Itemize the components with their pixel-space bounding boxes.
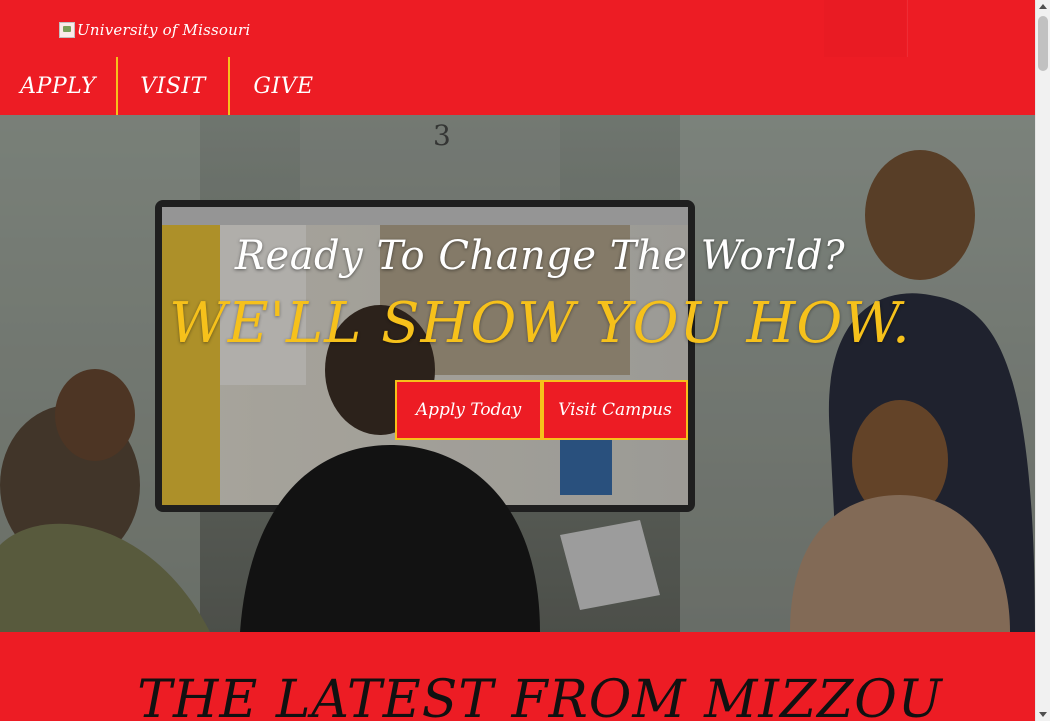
broken-image-icon [59,22,75,38]
nav-visit-link[interactable]: VISIT [118,57,230,115]
university-logo[interactable]: University of Missouri [59,18,250,42]
visit-campus-button[interactable]: Visit Campus [542,380,688,440]
page-scrollbar[interactable] [1035,0,1050,721]
header-divider [907,0,908,57]
hero-headline: WE'LL SHOW YOU HOW. [169,291,911,356]
latest-news-section: THE LATEST FROM MIZZOU [0,632,1035,721]
scroll-up-arrow-icon[interactable] [1039,4,1047,9]
page-viewport: University of Missouri APPLY VISIT GIVE [0,0,1035,721]
scroll-thumb[interactable] [1038,16,1048,71]
header-utility-area [824,0,906,57]
nav-give-link[interactable]: GIVE [230,57,337,115]
top-header: University of Missouri [0,0,1035,57]
hero-dim-overlay [0,115,1035,632]
primary-nav: APPLY VISIT GIVE [0,57,337,115]
latest-section-title: THE LATEST FROM MIZZOU [137,670,943,721]
logo-alt-text: University of Missouri [77,21,251,39]
apply-today-button[interactable]: Apply Today [395,380,542,440]
hero-kicker: Ready To Change The World? [234,233,846,279]
hero-banner: 3 Ready To Change The World? WE'LL SHOW … [0,115,1035,632]
scroll-down-arrow-icon[interactable] [1039,712,1047,717]
nav-apply-link[interactable]: APPLY [0,57,118,115]
